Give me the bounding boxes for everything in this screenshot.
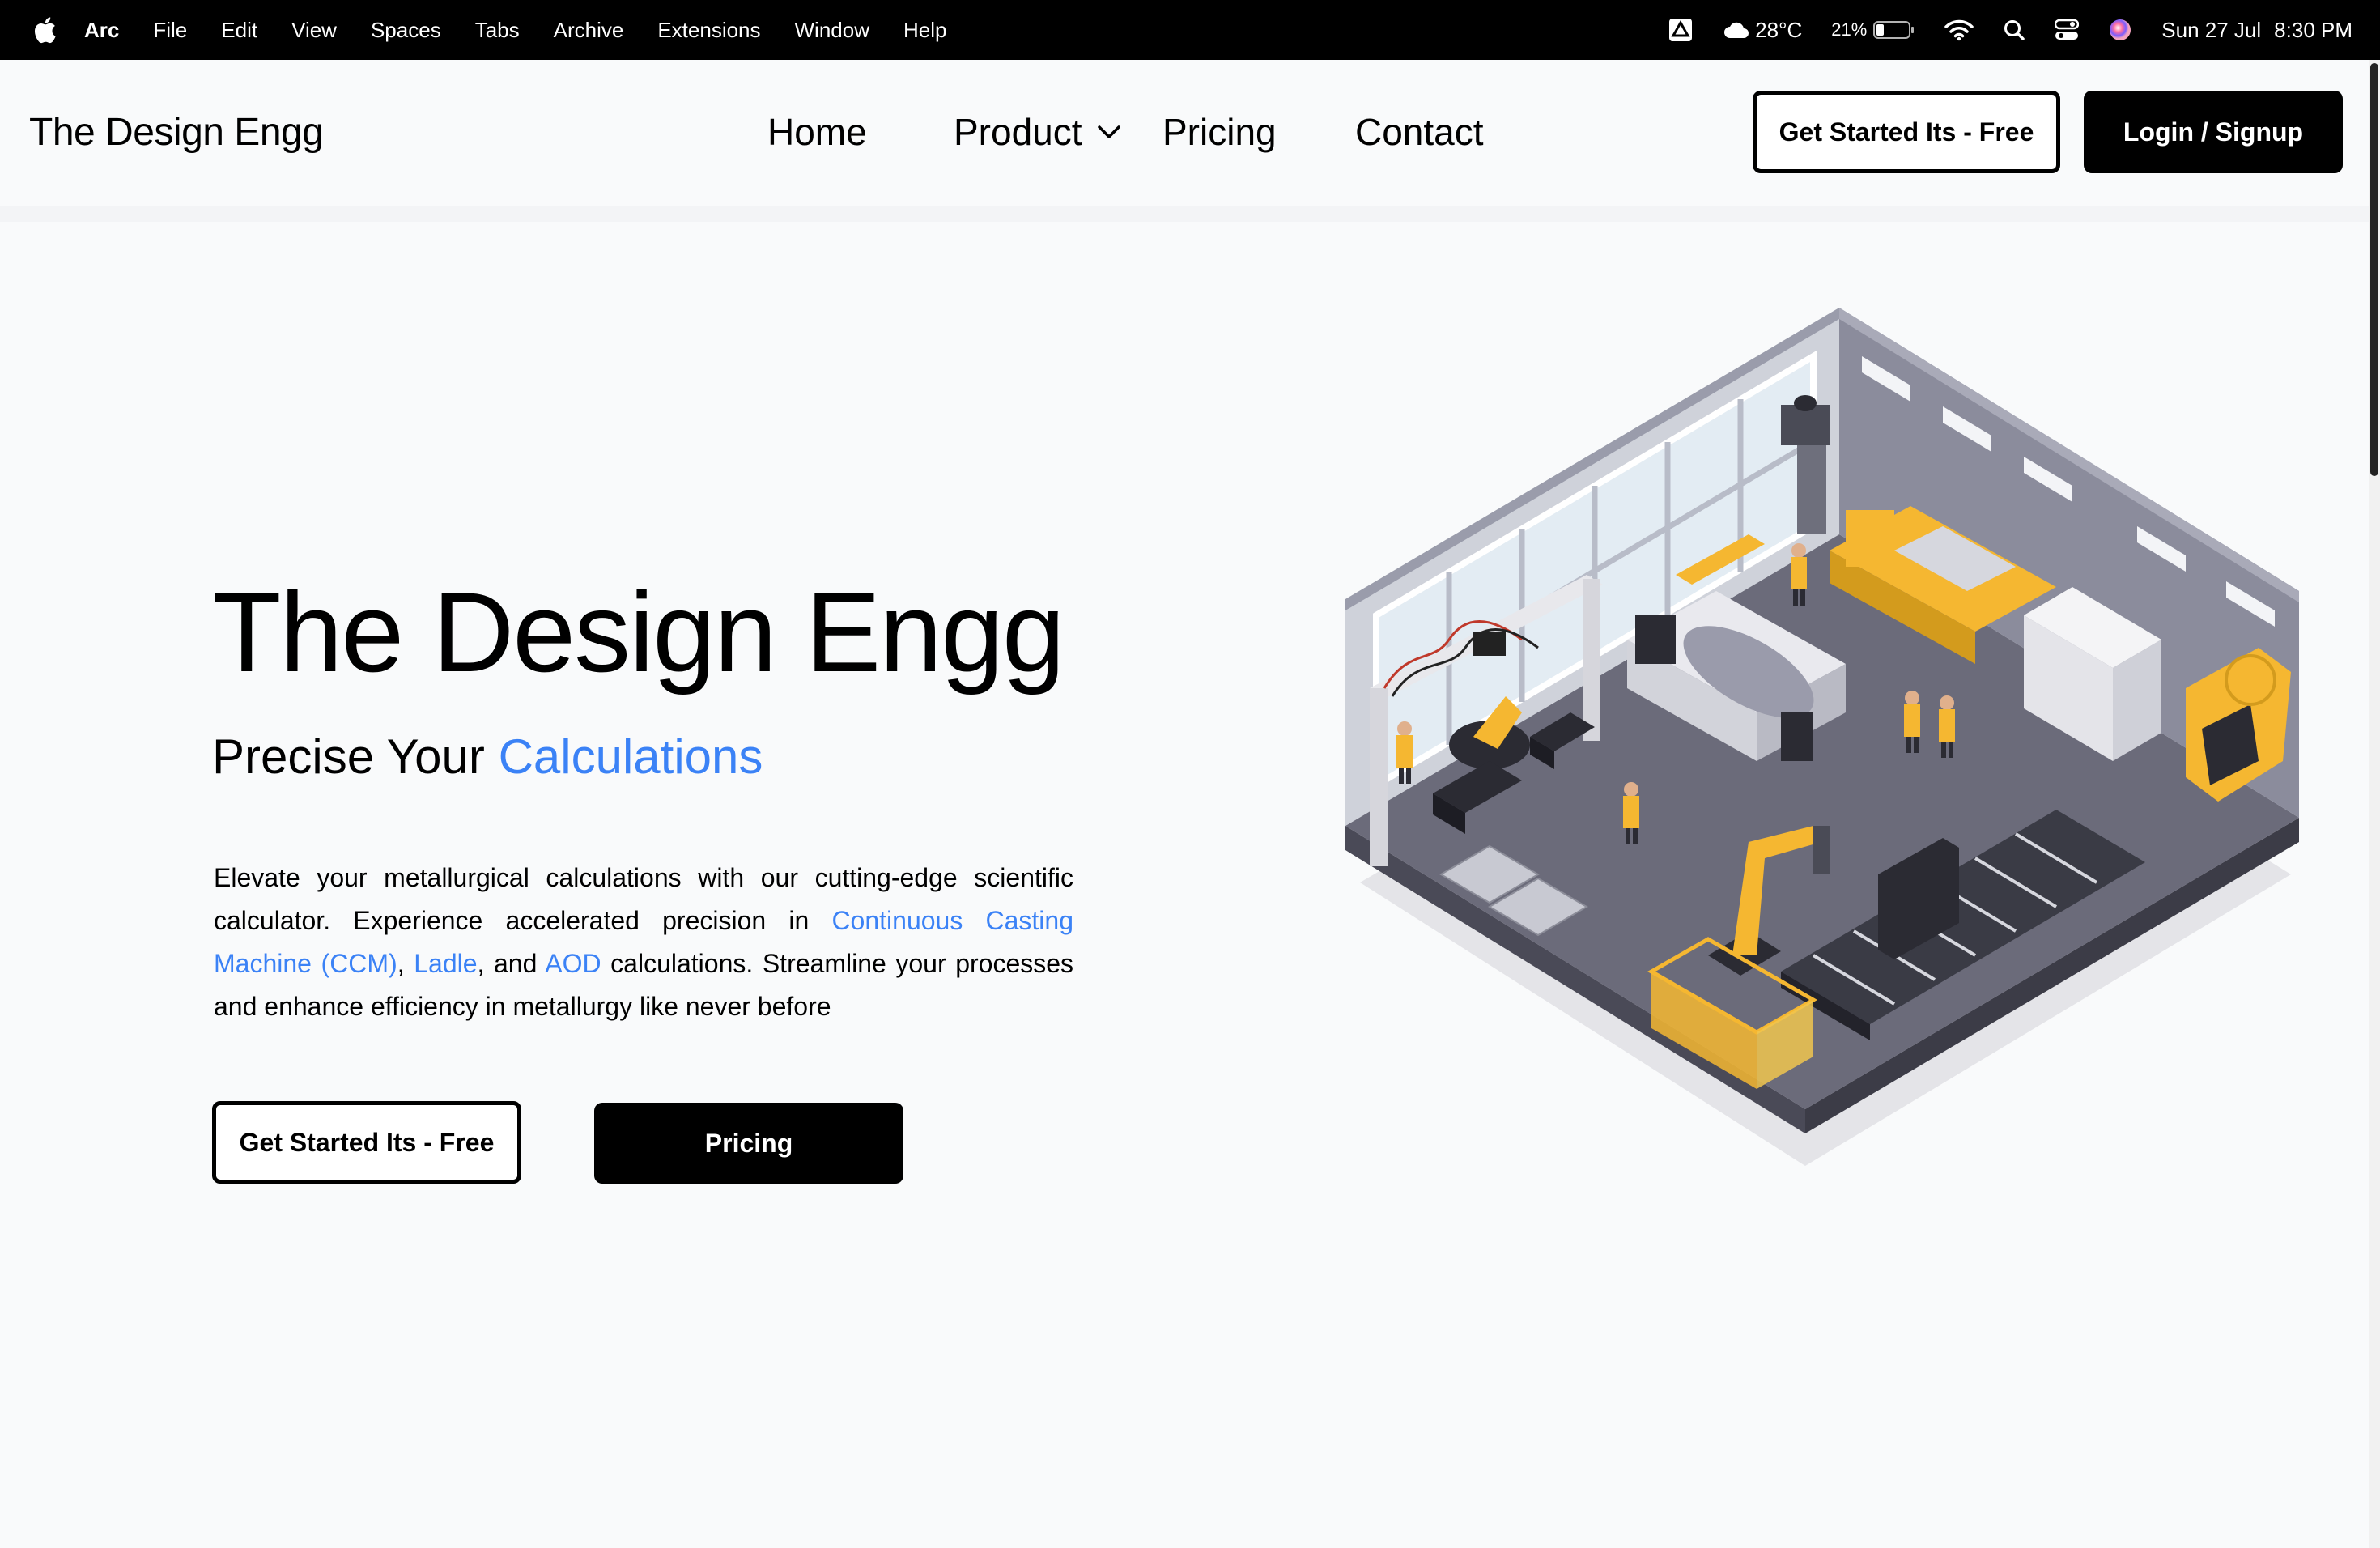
header-divider	[0, 206, 2369, 222]
menu-extensions[interactable]: Extensions	[657, 18, 760, 43]
drive-icon[interactable]	[1668, 17, 1694, 43]
factory-illustration	[1345, 308, 2299, 1166]
menu-edit[interactable]: Edit	[221, 18, 257, 43]
menu-app-name[interactable]: Arc	[84, 18, 119, 43]
cloud-icon	[1724, 22, 1749, 38]
hero-subtitle: Precise Your Calculations	[212, 729, 763, 785]
menu-view[interactable]: View	[291, 18, 337, 43]
nav-contact[interactable]: Contact	[1355, 110, 1484, 154]
weather-widget[interactable]: 28°C	[1723, 18, 1802, 43]
hero-get-started-button[interactable]: Get Started Its - Free	[212, 1101, 521, 1184]
battery-icon	[1873, 21, 1915, 39]
menu-help[interactable]: Help	[903, 18, 946, 43]
header-get-started-button[interactable]: Get Started Its - Free	[1753, 91, 2060, 173]
apple-icon[interactable]	[32, 16, 57, 44]
menu-window[interactable]: Window	[795, 18, 869, 43]
menu-tabs[interactable]: Tabs	[475, 18, 520, 43]
aod-link[interactable]: AOD	[545, 949, 601, 978]
menu-archive[interactable]: Archive	[554, 18, 624, 43]
control-center-icon[interactable]	[2055, 19, 2080, 41]
ladle-link[interactable]: Ladle	[414, 949, 477, 978]
menu-bar: Arc File Edit View Spaces Tabs Archive E…	[0, 0, 2380, 60]
menu-file[interactable]: File	[153, 18, 187, 43]
hero-title: The Design Engg	[212, 568, 1065, 695]
nav-pricing[interactable]: Pricing	[1162, 110, 1277, 154]
weather-temp: 28°C	[1755, 17, 1803, 42]
brand-logo-text[interactable]: The Design Engg	[29, 110, 324, 155]
login-signup-button[interactable]: Login / Signup	[2084, 91, 2343, 173]
battery-widget[interactable]: 21%	[1831, 19, 1915, 40]
hero-description: Elevate your metallurgical calculations …	[214, 857, 1073, 1028]
wifi-icon[interactable]	[1944, 19, 1974, 41]
chevron-down-icon	[1097, 125, 1120, 138]
siri-icon[interactable]	[2108, 18, 2132, 42]
hero-subtitle-prefix: Precise Your	[212, 729, 485, 784]
status-area: 28°C 21% Sun 27 Jul 8:30 PM	[1638, 0, 2352, 60]
menu-spaces[interactable]: Spaces	[371, 18, 441, 43]
nav-product-label: Product	[954, 111, 1082, 153]
hero-subtitle-accent: Calculations	[498, 729, 763, 784]
nav-product-dropdown[interactable]: Product	[954, 110, 1121, 154]
battery-percent: 21%	[1831, 19, 1868, 40]
menubar-date[interactable]: Sun 27 Jul	[2161, 18, 2261, 43]
search-icon[interactable]	[2003, 19, 2025, 41]
scrollbar-thumb[interactable]	[2370, 63, 2378, 476]
hero-separator-2: , and	[477, 949, 538, 978]
hero-pricing-button[interactable]: Pricing	[594, 1103, 903, 1184]
menubar-time[interactable]: 8:30 PM	[2274, 18, 2352, 43]
hero-separator-1: ,	[397, 949, 405, 978]
nav-home[interactable]: Home	[767, 110, 867, 154]
